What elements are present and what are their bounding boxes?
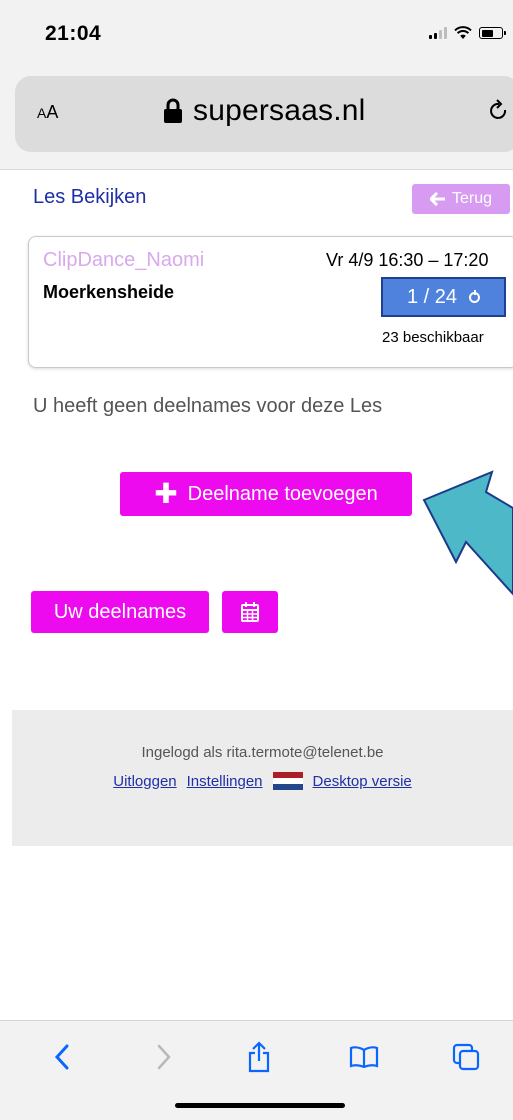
available-count: 23 beschikbaar bbox=[382, 329, 484, 346]
lesson-datetime: Vr 4/9 16:30 – 17:20 bbox=[326, 250, 489, 270]
bookmarks-button[interactable] bbox=[342, 1037, 386, 1077]
no-participation-message: U heeft geen deelnames voor deze Les bbox=[33, 395, 383, 417]
forward-icon bbox=[157, 1044, 171, 1070]
share-button[interactable] bbox=[237, 1037, 281, 1077]
status-icons bbox=[429, 26, 506, 40]
url-display[interactable]: supersaas.nl bbox=[163, 94, 366, 128]
lesson-location: Moerkensheide bbox=[43, 282, 175, 302]
capacity-indicator[interactable]: 1 / 24 bbox=[381, 277, 506, 317]
lesson-name: ClipDance_Naomi bbox=[43, 249, 205, 271]
url-text: supersaas.nl bbox=[193, 94, 366, 127]
desktop-version-link[interactable]: Desktop versie bbox=[313, 773, 412, 790]
logout-link[interactable]: Uitloggen bbox=[113, 773, 176, 790]
browser-toolbar: AA supersaas.nl bbox=[0, 62, 513, 170]
page-footer: Ingelogd als rita.termote@telenet.be Uit… bbox=[12, 710, 513, 846]
battery-icon bbox=[479, 27, 506, 39]
tabs-button[interactable] bbox=[444, 1037, 488, 1077]
lesson-card: ClipDance_Naomi Moerkensheide Vr 4/9 16:… bbox=[28, 236, 513, 368]
signal-icon bbox=[429, 27, 447, 39]
reader-settings-button[interactable]: AA bbox=[37, 102, 58, 123]
capacity-text: 1 / 24 bbox=[406, 285, 458, 308]
lock-icon bbox=[164, 98, 182, 123]
plus-icon: ✚ bbox=[154, 478, 178, 509]
annotation-arrow-icon bbox=[422, 470, 513, 596]
calendar-button[interactable] bbox=[222, 591, 278, 633]
my-participations-button[interactable]: Uw deelnames bbox=[31, 591, 209, 633]
back-button-label: Terug bbox=[451, 190, 493, 207]
status-bar: 21:04 bbox=[0, 0, 513, 62]
reload-icon[interactable] bbox=[488, 98, 510, 124]
tabs-icon bbox=[452, 1043, 480, 1071]
share-icon bbox=[248, 1041, 270, 1073]
back-button[interactable]: Terug bbox=[412, 184, 510, 214]
settings-link[interactable]: Instellingen bbox=[187, 773, 263, 790]
status-time: 21:04 bbox=[45, 22, 102, 45]
calendar-icon bbox=[241, 602, 259, 622]
browser-back-button[interactable] bbox=[40, 1037, 84, 1077]
dutch-flag-icon[interactable] bbox=[272, 772, 303, 790]
wifi-icon bbox=[454, 26, 472, 39]
bookmarks-icon bbox=[349, 1046, 379, 1068]
footer-links: Uitloggen Instellingen Desktop versie bbox=[12, 772, 513, 790]
arrow-left-icon bbox=[429, 192, 445, 206]
browser-forward-button[interactable] bbox=[142, 1037, 186, 1077]
address-bar[interactable]: AA supersaas.nl bbox=[15, 76, 513, 152]
home-indicator[interactable] bbox=[175, 1103, 345, 1108]
add-participation-button[interactable]: ✚ Deelname toevoegen bbox=[120, 472, 412, 516]
page-title: Les Bekijken bbox=[33, 186, 147, 208]
add-participation-label: Deelname toevoegen bbox=[187, 482, 378, 505]
power-icon bbox=[469, 289, 481, 303]
logged-in-text: Ingelogd als rita.termote@telenet.be bbox=[141, 744, 384, 761]
back-icon bbox=[54, 1044, 69, 1070]
